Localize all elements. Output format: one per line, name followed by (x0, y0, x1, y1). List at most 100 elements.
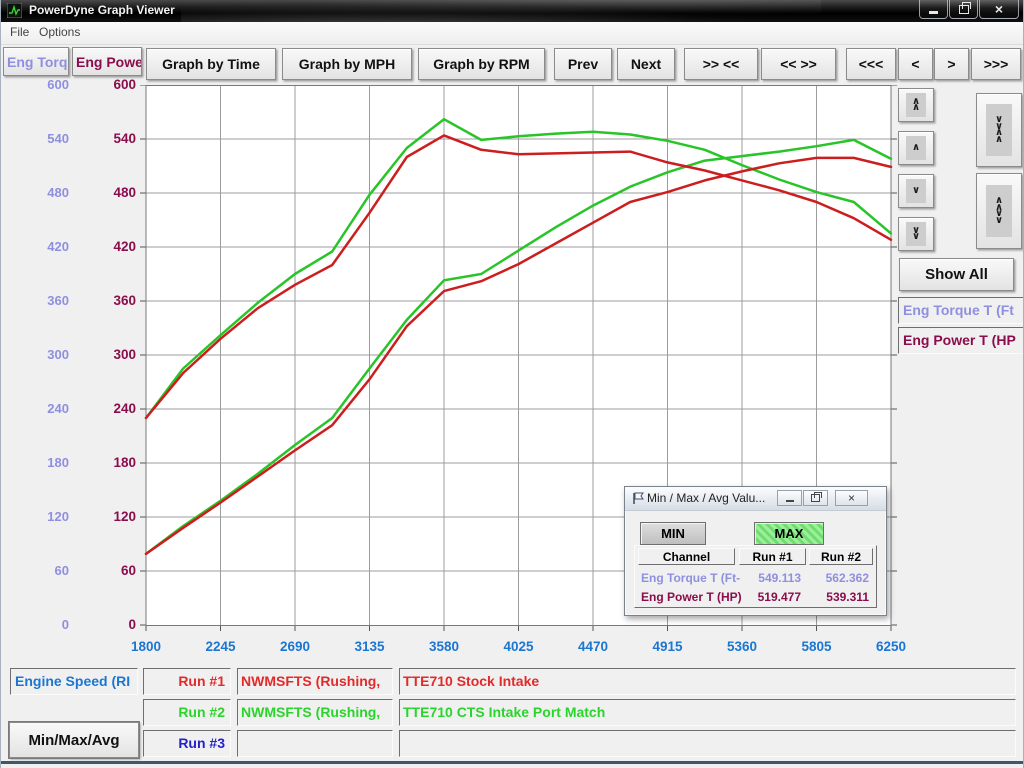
minmax-run2-value: 562.362 (809, 571, 869, 585)
minmax-row-channel: Eng Torque T (Ft- (641, 571, 740, 585)
x-tick-label: 2690 (280, 639, 310, 654)
x-tick-label: 4025 (503, 639, 533, 654)
restore-icon (811, 494, 820, 502)
run1-operator-field[interactable]: NWMSFTS (Rushing, (237, 668, 393, 695)
scroll-down-double-icon: ∨∨ (906, 222, 926, 246)
expand-vertical-icon: ∧∧∨∨ (986, 185, 1012, 237)
run1-label-box: Run #1 (143, 668, 231, 695)
y-tick-label: 480 (1, 185, 136, 200)
y-tick-label: 120 (1, 509, 136, 524)
graph-by-time-button[interactable]: Graph by Time (146, 48, 276, 80)
column-header-run1: Run #1 (739, 548, 806, 565)
scroll-up-double-icon: ∧∧ (906, 93, 926, 117)
y-tick-label: 240 (1, 401, 136, 416)
minmax-window-icon (632, 492, 644, 505)
x-tick-label: 3135 (354, 639, 384, 654)
scroll-up-icon: ∧ (906, 136, 926, 160)
menu-file[interactable]: File (10, 25, 29, 39)
close-button[interactable]: × (979, 0, 1019, 19)
minimize-icon (929, 11, 938, 14)
eng-power-axis-button[interactable]: Eng Powe (72, 47, 142, 76)
chevron-glyph: ∧ (912, 105, 920, 112)
run2-operator-field[interactable]: NWMSFTS (Rushing, (237, 699, 393, 726)
scroll-down-button[interactable]: ∨ (898, 174, 934, 208)
scroll-down-double-button[interactable]: ∨∨ (898, 217, 934, 251)
aero-glass-highlight (181, 0, 821, 22)
prev-button[interactable]: Prev (554, 48, 612, 80)
minimize-icon (786, 500, 794, 502)
graph-by-rpm-button[interactable]: Graph by RPM (418, 48, 545, 80)
run3-operator-field[interactable] (237, 730, 393, 757)
x-tick-label: 1800 (131, 639, 161, 654)
expand-vertical-button[interactable]: ∧∧∨∨ (976, 173, 1022, 249)
close-icon: × (848, 491, 855, 505)
y-tick-label: 0 (1, 617, 136, 632)
close-icon: × (995, 1, 1003, 17)
scroll-first-button[interactable]: <<< (846, 48, 896, 80)
window-bottom-edge (1, 761, 1024, 764)
chevron-glyph: ∨ (995, 218, 1003, 225)
menu-bar: File Options (1, 22, 1024, 45)
x-tick-label: 3580 (429, 639, 459, 654)
app-window: PowerDyne Graph Viewer × File Options En… (0, 0, 1024, 768)
minmax-title-bar[interactable]: Min / Max / Avg Valu... × (625, 487, 886, 511)
next-button[interactable]: Next (617, 48, 675, 80)
scroll-left-button[interactable]: < (898, 48, 933, 80)
xaxis-channel-box[interactable]: Engine Speed (RI (10, 668, 138, 695)
scroll-right-button[interactable]: > (934, 48, 969, 80)
show-all-button[interactable]: Show All (899, 258, 1014, 291)
minmax-run1-value: 519.477 (739, 590, 801, 604)
zoom-in-button[interactable]: >> << (684, 48, 758, 80)
title-bar[interactable]: PowerDyne Graph Viewer × (1, 0, 1024, 22)
y-tick-label: 300 (1, 347, 136, 362)
y-tick-label: 420 (1, 239, 136, 254)
zoom-out-button[interactable]: << >> (761, 48, 836, 80)
scroll-down-icon: ∨ (906, 179, 926, 203)
torque-channel-box[interactable]: Eng Torque T (Ft (898, 297, 1024, 324)
y-tick-label: 360 (1, 293, 136, 308)
scroll-up-double-button[interactable]: ∧∧ (898, 88, 934, 122)
minmax-avg-button[interactable]: Min/Max/Avg (9, 722, 139, 758)
y-tick-label: 60 (1, 563, 136, 578)
min-tab-button[interactable]: MIN (640, 522, 706, 545)
x-tick-label: 5360 (727, 639, 757, 654)
minimize-button[interactable] (919, 0, 948, 19)
run3-description-field[interactable] (399, 730, 1016, 757)
minmax-window-title: Min / Max / Avg Valu... (647, 491, 765, 505)
y-tick-label: 600 (1, 77, 136, 92)
y-tick-label: 540 (1, 131, 136, 146)
x-tick-label: 6250 (876, 639, 906, 654)
maximize-button[interactable] (949, 0, 978, 19)
app-icon (7, 3, 22, 18)
minmax-row-channel: Eng Power T (HP) (641, 590, 742, 604)
chevron-glyph: ∧ (912, 145, 920, 152)
power-channel-box[interactable]: Eng Power T (HP (898, 327, 1024, 354)
run2-description-field[interactable]: TTE710 CTS Intake Port Match (399, 699, 1016, 726)
run1-description-field[interactable]: TTE710 Stock Intake (399, 668, 1016, 695)
menu-options[interactable]: Options (39, 25, 80, 39)
minmax-window[interactable]: Min / Max / Avg Valu... × MIN MAX Channe… (624, 486, 887, 616)
minmax-minimize-button[interactable] (777, 490, 802, 506)
minmax-restore-button[interactable] (803, 490, 828, 506)
power-axis-ticks: 060120180240300360420480540600 (1, 85, 136, 631)
eng-torque-axis-button[interactable]: Eng Torq (3, 47, 69, 76)
run2-label-box: Run #2 (143, 699, 231, 726)
collapse-vertical-icon: ∨∨∧∧ (986, 104, 1012, 156)
minmax-close-button[interactable]: × (835, 490, 868, 506)
x-tick-label: 2245 (205, 639, 235, 654)
chevron-glyph: ∧ (995, 137, 1003, 144)
column-header-run2: Run #2 (809, 548, 873, 565)
restore-icon (959, 5, 969, 14)
column-header-channel: Channel (638, 548, 735, 565)
minmax-run1-value: 549.113 (739, 571, 801, 585)
y-tick-label: 180 (1, 455, 136, 470)
scroll-last-button[interactable]: >>> (971, 48, 1021, 80)
collapse-vertical-button[interactable]: ∨∨∧∧ (976, 93, 1022, 167)
max-tab-button[interactable]: MAX (754, 522, 824, 545)
chevron-glyph: ∨ (912, 234, 920, 241)
run3-label-box: Run #3 (143, 730, 231, 757)
window-title: PowerDyne Graph Viewer (29, 3, 175, 17)
x-tick-label: 4470 (578, 639, 608, 654)
scroll-up-button[interactable]: ∧ (898, 131, 934, 165)
graph-by-mph-button[interactable]: Graph by MPH (282, 48, 412, 80)
